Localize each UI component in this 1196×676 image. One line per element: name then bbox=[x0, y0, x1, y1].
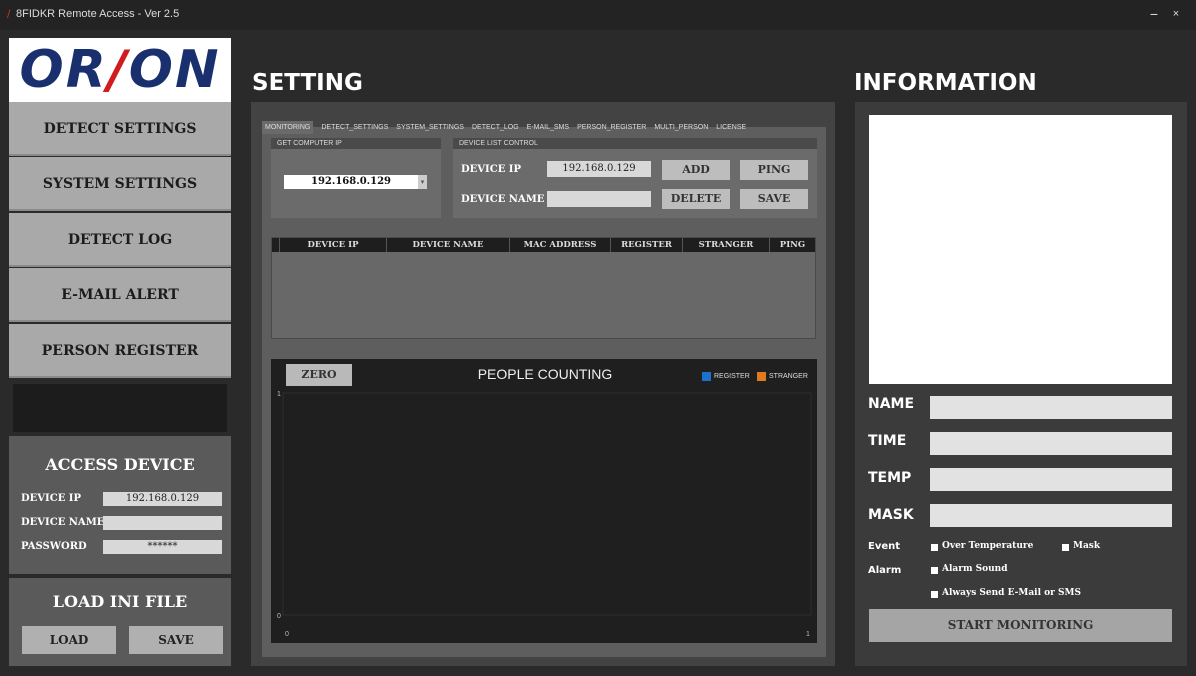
add-device-button[interactable]: ADD bbox=[662, 160, 730, 180]
event-label: Event bbox=[868, 541, 901, 552]
column-mac-address[interactable]: MAC ADDRESS bbox=[510, 238, 611, 252]
temp-label: TEMP bbox=[868, 470, 912, 486]
title-bar bbox=[0, 0, 1196, 30]
legend-register-label: REGISTER bbox=[714, 373, 750, 380]
time-field bbox=[930, 432, 1172, 455]
information-title: INFORMATION bbox=[854, 70, 1037, 96]
access-device-title: ACCESS DEVICE bbox=[45, 455, 195, 474]
get-computer-ip-header: GET COMPUTER IP bbox=[271, 138, 441, 149]
alarm-sound-label: Alarm Sound bbox=[942, 564, 1008, 574]
chevron-down-icon[interactable]: ▾ bbox=[418, 175, 427, 189]
logo-text: OR/ON bbox=[9, 40, 231, 100]
setting-tabs: MONITORING DETECT_SETTINGS SYSTEM_SETTINGS… bbox=[262, 114, 791, 134]
column-stranger[interactable]: STRANGER bbox=[683, 238, 770, 252]
tab-monitoring[interactable]: MONITORING bbox=[262, 121, 314, 134]
sidebar-item-system-settings[interactable]: SYSTEM SETTINGS bbox=[9, 157, 231, 211]
computer-ip-select[interactable]: 192.168.0.129 bbox=[284, 175, 418, 189]
tab-system-settings[interactable]: SYSTEM_SETTINGS bbox=[396, 121, 464, 134]
save-device-button[interactable]: SAVE bbox=[740, 189, 808, 209]
minimize-button[interactable]: − bbox=[1146, 6, 1162, 22]
logo-slash: / bbox=[107, 40, 129, 100]
load-ini-title: LOAD INI FILE bbox=[52, 592, 188, 611]
plot-area: 0 1 0 1 bbox=[277, 391, 812, 638]
name-label: NAME bbox=[868, 396, 915, 412]
sidebar-item-detect-settings[interactable]: DETECT SETTINGS bbox=[9, 102, 231, 156]
plot-frame bbox=[282, 392, 812, 616]
device-name-label: DEVICE NAME bbox=[461, 194, 545, 205]
legend-stranger-swatch bbox=[757, 372, 766, 381]
alarm-label: Alarm bbox=[868, 565, 902, 576]
over-temperature-checkbox[interactable] bbox=[931, 544, 938, 551]
device-table-header: DEVICE IP DEVICE NAME MAC ADDRESS REGIST… bbox=[272, 238, 815, 252]
access-password-label: PASSWORD bbox=[21, 541, 87, 552]
access-name-field[interactable] bbox=[103, 516, 222, 530]
ini-save-button[interactable]: SAVE bbox=[129, 626, 223, 654]
logo-left: OR bbox=[19, 40, 108, 100]
name-field bbox=[930, 396, 1172, 419]
sidebar-item-detect-log[interactable]: DETECT LOG bbox=[9, 213, 231, 267]
device-table[interactable] bbox=[271, 237, 816, 339]
column-register[interactable]: REGISTER bbox=[611, 238, 683, 252]
temp-field bbox=[930, 468, 1172, 491]
access-ip-field[interactable]: 192.168.0.129 bbox=[103, 492, 222, 506]
window-title: 8FIDKR Remote Access - Ver 2.5 bbox=[16, 8, 180, 20]
access-password-field[interactable]: ****** bbox=[103, 540, 222, 554]
column-ping[interactable]: PING bbox=[770, 238, 815, 252]
tab-detect-log[interactable]: DETECT_LOG bbox=[472, 121, 519, 134]
close-button[interactable]: × bbox=[1168, 6, 1184, 22]
people-counting-plot: 0 1 0 1 bbox=[277, 391, 812, 638]
device-ip-label: DEVICE IP bbox=[461, 164, 521, 175]
column-device-ip[interactable]: DEVICE IP bbox=[280, 238, 387, 252]
legend-register-swatch bbox=[702, 372, 711, 381]
access-name-label: DEVICE NAME bbox=[21, 517, 105, 528]
start-monitoring-button[interactable]: START MONITORING bbox=[869, 609, 1172, 642]
setting-title: SETTING bbox=[252, 70, 363, 96]
x-tick-label: 0 bbox=[285, 631, 289, 638]
logo-right: ON bbox=[128, 40, 221, 100]
sidebar-item-email-alert[interactable]: E-MAIL ALERT bbox=[9, 268, 231, 322]
mask-check-label: Mask bbox=[1073, 541, 1101, 551]
mask-checkbox[interactable] bbox=[1062, 544, 1069, 551]
x-tick-label: 1 bbox=[806, 631, 810, 638]
sidebar-item-person-register[interactable]: PERSON REGISTER bbox=[9, 324, 231, 378]
logo: OR/ON bbox=[9, 38, 231, 104]
sidebar-preview-box bbox=[13, 384, 227, 432]
tab-license[interactable]: LICENSE bbox=[716, 121, 746, 134]
app-icon: / bbox=[7, 9, 11, 20]
table-row-selector-header bbox=[272, 238, 280, 252]
alarm-sound-checkbox[interactable] bbox=[931, 567, 938, 574]
face-image-view bbox=[869, 115, 1172, 384]
access-ip-label: DEVICE IP bbox=[21, 493, 81, 504]
device-list-control-header: DEVICE LIST CONTROL bbox=[453, 138, 817, 149]
device-ip-field[interactable]: 192.168.0.129 bbox=[547, 161, 651, 177]
tab-email-sms[interactable]: E-MAIL_SMS bbox=[527, 121, 569, 134]
zero-button[interactable]: ZERO bbox=[286, 364, 352, 386]
y-tick-label: 0 bbox=[277, 613, 281, 620]
mask-field bbox=[930, 504, 1172, 527]
always-send-label: Always Send E-Mail or SMS bbox=[942, 588, 1081, 598]
over-temperature-label: Over Temperature bbox=[942, 541, 1034, 551]
ping-button[interactable]: PING bbox=[740, 160, 808, 180]
chart-title: PEOPLE COUNTING bbox=[477, 366, 613, 382]
legend-stranger-label: STRANGER bbox=[769, 373, 808, 380]
device-name-field[interactable] bbox=[547, 191, 651, 207]
delete-device-button[interactable]: DELETE bbox=[662, 189, 730, 209]
y-tick-label: 1 bbox=[277, 391, 281, 398]
tab-multi-person[interactable]: MULTI_PERSON bbox=[654, 121, 708, 134]
mask-label: MASK bbox=[868, 507, 914, 523]
ini-load-button[interactable]: LOAD bbox=[22, 626, 116, 654]
always-send-checkbox[interactable] bbox=[931, 591, 938, 598]
tab-detect-settings[interactable]: DETECT_SETTINGS bbox=[321, 121, 388, 134]
tab-person-register[interactable]: PERSON_REGISTER bbox=[577, 121, 646, 134]
column-device-name[interactable]: DEVICE NAME bbox=[387, 238, 510, 252]
time-label: TIME bbox=[868, 433, 907, 449]
